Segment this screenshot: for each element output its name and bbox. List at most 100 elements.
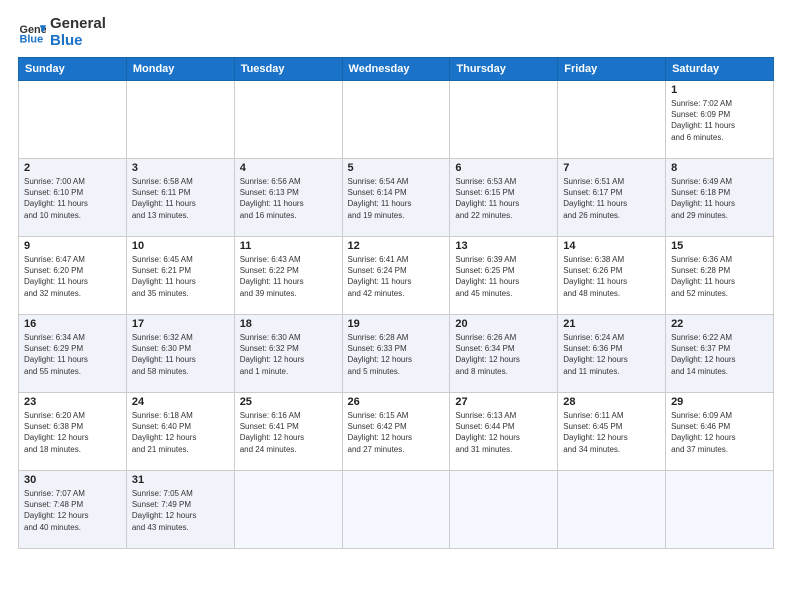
- day-info: Sunrise: 6:58 AM Sunset: 6:11 PM Dayligh…: [132, 176, 229, 221]
- day-number: 26: [348, 396, 445, 408]
- calendar-day: 7 Sunrise: 6:51 AM Sunset: 6:17 PM Daylig…: [558, 159, 666, 237]
- weekday-header-saturday: Saturday: [666, 58, 774, 81]
- calendar-day: 11Sunrise: 6:43 AM Sunset: 6:22 PM Dayli…: [234, 237, 342, 315]
- day-info: Sunrise: 6:49 AM Sunset: 6:18 PM Dayligh…: [671, 176, 768, 221]
- day-number: 1: [671, 84, 768, 96]
- calendar-day: 16 Sunrise: 6:34 AM Sunset: 6:29 PM Dayli…: [19, 315, 127, 393]
- day-number: 30: [24, 474, 121, 486]
- day-info: Sunrise: 6:47 AM Sunset: 6:20 PM Dayligh…: [24, 254, 121, 299]
- calendar-day: [666, 471, 774, 549]
- day-number: 24: [132, 396, 229, 408]
- day-number: 4: [240, 162, 337, 174]
- day-info: Sunrise: 6:34 AM Sunset: 6:29 PM Dayligh…: [24, 332, 121, 377]
- day-number: 16: [24, 318, 121, 330]
- day-number: 12: [348, 240, 445, 252]
- calendar-day: 4 Sunrise: 6:56 AM Sunset: 6:13 PM Daylig…: [234, 159, 342, 237]
- calendar-day: 14 Sunrise: 6:38 AM Sunset: 6:26 PM Dayli…: [558, 237, 666, 315]
- day-info: Sunrise: 6:09 AM Sunset: 6:46 PM Dayligh…: [671, 410, 768, 455]
- generalblue-icon: General Blue: [18, 19, 46, 47]
- day-info: Sunrise: 6:13 AM Sunset: 6:44 PM Dayligh…: [455, 410, 552, 455]
- day-number: 17: [132, 318, 229, 330]
- logo: General Blue General Blue: [18, 16, 106, 49]
- calendar-week-2: 2Sunrise: 7:00 AM Sunset: 6:10 PM Daylig…: [19, 159, 774, 237]
- calendar-day: 29 Sunrise: 6:09 AM Sunset: 6:46 PM Dayli…: [666, 393, 774, 471]
- svg-text:Blue: Blue: [20, 33, 44, 45]
- day-info: Sunrise: 6:45 AM Sunset: 6:21 PM Dayligh…: [132, 254, 229, 299]
- day-info: Sunrise: 6:56 AM Sunset: 6:13 PM Dayligh…: [240, 176, 337, 221]
- day-info: Sunrise: 7:00 AM Sunset: 6:10 PM Dayligh…: [24, 176, 121, 221]
- calendar-day: 9 Sunrise: 6:47 AM Sunset: 6:20 PM Daylig…: [19, 237, 127, 315]
- day-number: 27: [455, 396, 552, 408]
- calendar-day: [558, 81, 666, 159]
- day-number: 9: [24, 240, 121, 252]
- day-number: 19: [348, 318, 445, 330]
- weekday-header-wednesday: Wednesday: [342, 58, 450, 81]
- day-info: Sunrise: 6:15 AM Sunset: 6:42 PM Dayligh…: [348, 410, 445, 455]
- day-info: Sunrise: 7:05 AM Sunset: 7:49 PM Dayligh…: [132, 488, 229, 533]
- day-info: Sunrise: 6:53 AM Sunset: 6:15 PM Dayligh…: [455, 176, 552, 221]
- calendar-day: [234, 471, 342, 549]
- day-info: Sunrise: 7:02 AM Sunset: 6:09 PM Dayligh…: [671, 98, 768, 143]
- calendar-day: 20Sunrise: 6:26 AM Sunset: 6:34 PM Dayli…: [450, 315, 558, 393]
- calendar-day: 23 Sunrise: 6:20 AM Sunset: 6:38 PM Dayli…: [19, 393, 127, 471]
- day-number: 14: [563, 240, 660, 252]
- calendar-day: 1 Sunrise: 7:02 AM Sunset: 6:09 PM Daylig…: [666, 81, 774, 159]
- calendar-day: [342, 471, 450, 549]
- calendar-day: [450, 81, 558, 159]
- calendar-day: 21 Sunrise: 6:24 AM Sunset: 6:36 PM Dayli…: [558, 315, 666, 393]
- calendar-day: 2Sunrise: 7:00 AM Sunset: 6:10 PM Daylig…: [19, 159, 127, 237]
- day-info: Sunrise: 6:54 AM Sunset: 6:14 PM Dayligh…: [348, 176, 445, 221]
- day-number: 10: [132, 240, 229, 252]
- day-info: Sunrise: 6:51 AM Sunset: 6:17 PM Dayligh…: [563, 176, 660, 221]
- calendar-week-6: 30 Sunrise: 7:07 AM Sunset: 7:48 PM Dayli…: [19, 471, 774, 549]
- calendar-day: 24 Sunrise: 6:18 AM Sunset: 6:40 PM Dayli…: [126, 393, 234, 471]
- calendar-week-5: 23 Sunrise: 6:20 AM Sunset: 6:38 PM Dayli…: [19, 393, 774, 471]
- calendar-day: 22Sunrise: 6:22 AM Sunset: 6:37 PM Dayli…: [666, 315, 774, 393]
- day-number: 3: [132, 162, 229, 174]
- weekday-header-friday: Friday: [558, 58, 666, 81]
- calendar-day: [19, 81, 127, 159]
- day-info: Sunrise: 6:38 AM Sunset: 6:26 PM Dayligh…: [563, 254, 660, 299]
- calendar-day: 5Sunrise: 6:54 AM Sunset: 6:14 PM Daylig…: [342, 159, 450, 237]
- calendar-week-3: 9 Sunrise: 6:47 AM Sunset: 6:20 PM Daylig…: [19, 237, 774, 315]
- day-info: Sunrise: 6:24 AM Sunset: 6:36 PM Dayligh…: [563, 332, 660, 377]
- logo-blue-text: Blue: [50, 33, 106, 50]
- day-number: 21: [563, 318, 660, 330]
- calendar-day: 6 Sunrise: 6:53 AM Sunset: 6:15 PM Daylig…: [450, 159, 558, 237]
- day-info: Sunrise: 6:20 AM Sunset: 6:38 PM Dayligh…: [24, 410, 121, 455]
- day-info: Sunrise: 6:18 AM Sunset: 6:40 PM Dayligh…: [132, 410, 229, 455]
- calendar-day: [126, 81, 234, 159]
- day-number: 31: [132, 474, 229, 486]
- day-number: 13: [455, 240, 552, 252]
- calendar-day: 18 Sunrise: 6:30 AM Sunset: 6:32 PM Dayli…: [234, 315, 342, 393]
- day-info: Sunrise: 6:11 AM Sunset: 6:45 PM Dayligh…: [563, 410, 660, 455]
- day-number: 7: [563, 162, 660, 174]
- day-info: Sunrise: 6:16 AM Sunset: 6:41 PM Dayligh…: [240, 410, 337, 455]
- day-number: 6: [455, 162, 552, 174]
- day-number: 29: [671, 396, 768, 408]
- day-number: 8: [671, 162, 768, 174]
- weekday-header-tuesday: Tuesday: [234, 58, 342, 81]
- day-number: 18: [240, 318, 337, 330]
- calendar-header-row: SundayMondayTuesdayWednesdayThursdayFrid…: [19, 58, 774, 81]
- calendar-day: [558, 471, 666, 549]
- day-number: 23: [24, 396, 121, 408]
- calendar-day: 17Sunrise: 6:32 AM Sunset: 6:30 PM Dayli…: [126, 315, 234, 393]
- day-number: 20: [455, 318, 552, 330]
- calendar-day: 28Sunrise: 6:11 AM Sunset: 6:45 PM Dayli…: [558, 393, 666, 471]
- day-info: Sunrise: 6:30 AM Sunset: 6:32 PM Dayligh…: [240, 332, 337, 377]
- calendar-day: [450, 471, 558, 549]
- weekday-header-sunday: Sunday: [19, 58, 127, 81]
- calendar-day: [234, 81, 342, 159]
- calendar-day: 3 Sunrise: 6:58 AM Sunset: 6:11 PM Daylig…: [126, 159, 234, 237]
- day-number: 15: [671, 240, 768, 252]
- page: General Blue General Blue SundayMondayTu…: [0, 0, 792, 612]
- weekday-header-monday: Monday: [126, 58, 234, 81]
- calendar-day: 30 Sunrise: 7:07 AM Sunset: 7:48 PM Dayli…: [19, 471, 127, 549]
- day-info: Sunrise: 7:07 AM Sunset: 7:48 PM Dayligh…: [24, 488, 121, 533]
- calendar-week-4: 16 Sunrise: 6:34 AM Sunset: 6:29 PM Dayli…: [19, 315, 774, 393]
- calendar-day: 12Sunrise: 6:41 AM Sunset: 6:24 PM Dayli…: [342, 237, 450, 315]
- day-info: Sunrise: 6:43 AM Sunset: 6:22 PM Dayligh…: [240, 254, 337, 299]
- weekday-header-thursday: Thursday: [450, 58, 558, 81]
- day-info: Sunrise: 6:36 AM Sunset: 6:28 PM Dayligh…: [671, 254, 768, 299]
